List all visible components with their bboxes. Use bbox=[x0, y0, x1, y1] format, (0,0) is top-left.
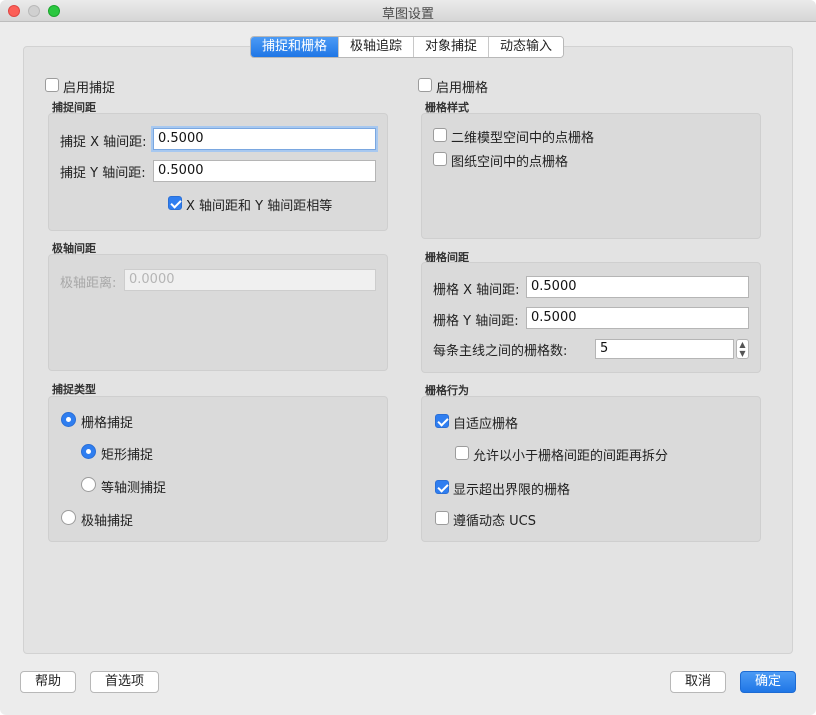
major-line-label: 每条主线之间的栅格数: bbox=[433, 344, 568, 359]
rectangular-snap-radio[interactable] bbox=[81, 444, 96, 459]
grid-snap-radio[interactable] bbox=[61, 412, 76, 427]
tab-polar-tracking[interactable]: 极轴追踪 bbox=[338, 37, 414, 57]
enable-grid-checkbox[interactable] bbox=[418, 78, 432, 92]
title-bar: 草图设置 bbox=[0, 0, 816, 22]
isometric-snap-label: 等轴测捕捉 bbox=[101, 481, 167, 496]
grid-y-spacing-input[interactable]: 0.5000 bbox=[526, 307, 749, 329]
display-beyond-limits-label: 显示超出界限的栅格 bbox=[453, 483, 571, 498]
tab-bar: 捕捉和栅格 极轴追踪 对象捕捉 动态输入 bbox=[250, 36, 565, 58]
ok-button[interactable]: 确定 bbox=[740, 671, 796, 693]
snap-y-spacing-input[interactable]: 0.5000 bbox=[153, 160, 376, 182]
polar-distance-label: 极轴距离: bbox=[60, 276, 117, 291]
grid-y-label: 栅格 Y 轴间距: bbox=[433, 314, 519, 329]
polar-snap-radio[interactable] bbox=[61, 510, 76, 525]
polar-snap-label: 极轴捕捉 bbox=[81, 514, 134, 529]
tab-dynamic-input[interactable]: 动态输入 bbox=[488, 37, 564, 57]
grid-paper-space-label: 图纸空间中的点栅格 bbox=[451, 155, 569, 170]
drafting-settings-window: 草图设置 捕捉和栅格 极轴追踪 对象捕捉 动态输入 启用捕捉 捕捉间距 捕捉 X… bbox=[0, 0, 816, 715]
allow-subdivide-label: 允许以小于栅格间距的间距再拆分 bbox=[473, 449, 669, 464]
enable-grid-label: 启用栅格 bbox=[436, 81, 489, 96]
grid-2d-model-checkbox[interactable] bbox=[433, 128, 447, 142]
major-line-count-input[interactable]: 5 bbox=[595, 339, 734, 359]
follow-dynamic-ucs-checkbox[interactable] bbox=[435, 511, 449, 525]
isometric-snap-radio[interactable] bbox=[81, 477, 96, 492]
grid-snap-label: 栅格捕捉 bbox=[81, 416, 134, 431]
snap-y-label: 捕捉 Y 轴间距: bbox=[60, 166, 146, 181]
snap-x-label: 捕捉 X 轴间距: bbox=[60, 135, 147, 150]
adaptive-grid-checkbox[interactable] bbox=[435, 414, 449, 428]
major-line-stepper[interactable]: ▲ ▼ bbox=[736, 339, 749, 359]
adaptive-grid-label: 自适应栅格 bbox=[453, 417, 519, 432]
enable-snap-label: 启用捕捉 bbox=[63, 81, 116, 96]
equal-xy-spacing-checkbox[interactable] bbox=[168, 196, 182, 210]
stepper-up-icon[interactable]: ▲ bbox=[737, 341, 748, 349]
tab-object-snap[interactable]: 对象捕捉 bbox=[413, 37, 489, 57]
window-title: 草图设置 bbox=[381, 7, 434, 22]
snap-x-spacing-input[interactable]: 0.5000 bbox=[153, 128, 376, 150]
help-button[interactable]: 帮助 bbox=[20, 671, 76, 693]
allow-subdivide-checkbox[interactable] bbox=[455, 446, 469, 460]
display-beyond-limits-checkbox[interactable] bbox=[435, 480, 449, 494]
options-button[interactable]: 首选项 bbox=[90, 671, 159, 693]
tab-snap-and-grid[interactable]: 捕捉和栅格 bbox=[251, 37, 339, 57]
grid-paper-space-checkbox[interactable] bbox=[433, 152, 447, 166]
cancel-button[interactable]: 取消 bbox=[670, 671, 726, 693]
equal-xy-spacing-label: X 轴间距和 Y 轴间距相等 bbox=[186, 199, 333, 214]
enable-snap-checkbox[interactable] bbox=[45, 78, 59, 92]
grid-x-spacing-input[interactable]: 0.5000 bbox=[526, 276, 749, 298]
follow-dynamic-ucs-label: 遵循动态 UCS bbox=[453, 514, 536, 529]
grid-2d-model-label: 二维模型空间中的点栅格 bbox=[451, 131, 595, 146]
stepper-down-icon[interactable]: ▼ bbox=[737, 350, 748, 358]
rectangular-snap-label: 矩形捕捉 bbox=[101, 448, 154, 463]
snap-type-title: 捕捉类型 bbox=[52, 383, 96, 396]
polar-distance-input[interactable]: 0.0000 bbox=[124, 269, 376, 291]
grid-x-label: 栅格 X 轴间距: bbox=[433, 283, 520, 298]
